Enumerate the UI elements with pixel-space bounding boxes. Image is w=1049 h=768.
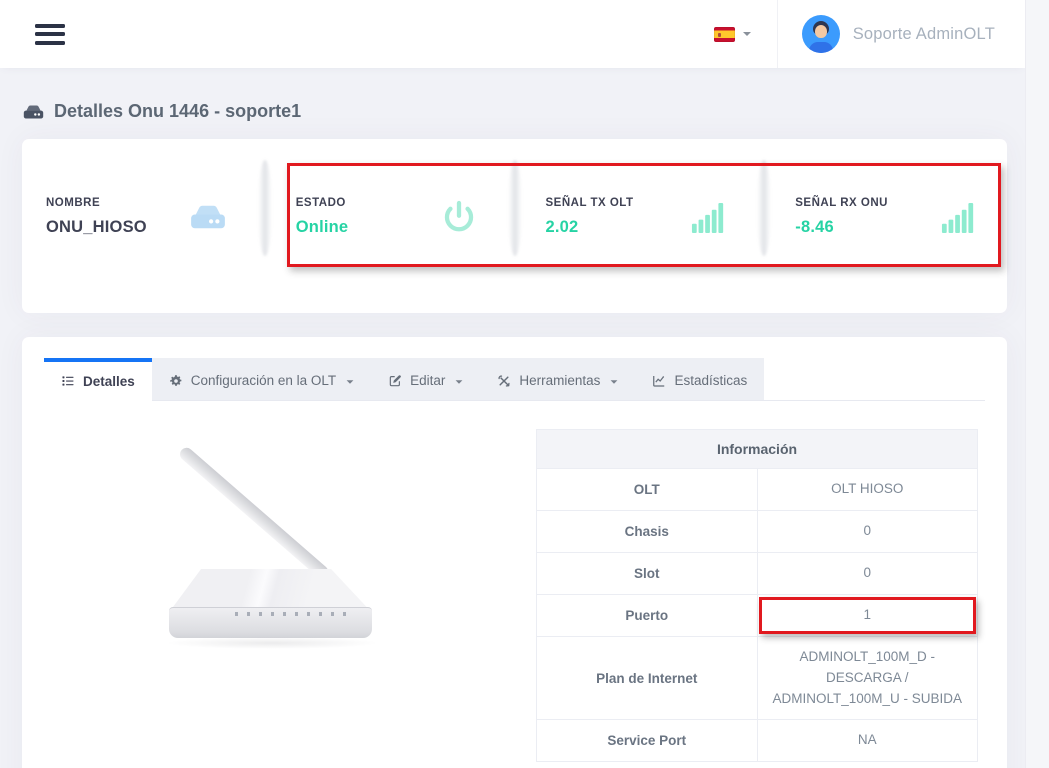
row-value: NA (757, 720, 978, 762)
chevron-down-icon (347, 380, 354, 383)
signal-bars-icon (941, 202, 977, 233)
topbar: Soporte AdminOLT (0, 0, 1025, 68)
onu-device-icon (22, 103, 45, 121)
stat-senal-rx-onu: SEÑAL RX ONU -8.46 (771, 197, 1007, 237)
table-row: Slot 0 (537, 552, 978, 594)
onu-product-image (44, 429, 519, 762)
stat-value: -8.46 (795, 218, 888, 237)
stat-label: ESTADO (296, 197, 349, 209)
stat-value: Online (296, 218, 349, 237)
row-value: 0 (757, 552, 978, 594)
stat-senal-tx-olt: SEÑAL TX OLT 2.02 (522, 197, 758, 237)
stat-label: NOMBRE (46, 197, 147, 209)
chart-icon (652, 374, 666, 388)
tab-estadisticas[interactable]: Estadísticas (635, 358, 764, 400)
stat-value: 2.02 (546, 218, 634, 237)
table-row: Puerto 1 (537, 594, 978, 636)
tab-configuracion-olt[interactable]: Configuración en la OLT (152, 358, 371, 400)
tab-herramientas[interactable]: Herramientas (480, 358, 635, 400)
row-label: OLT (537, 469, 758, 511)
divider (258, 160, 272, 256)
onu-shadow (165, 637, 379, 649)
signal-bars-icon (691, 202, 727, 233)
gear-icon (169, 374, 183, 388)
onu-antenna (177, 445, 330, 581)
avatar (802, 15, 840, 53)
table-row: OLT OLT HIOSO (537, 469, 978, 511)
row-label: Service Port (537, 720, 758, 762)
page-title: Detalles Onu 1446 - soporte1 (22, 101, 1007, 122)
row-value: ADMINOLT_100M_D - DESCARGA / ADMINOLT_10… (757, 636, 978, 720)
row-value: 0 (757, 510, 978, 552)
spain-flag-icon (714, 27, 735, 42)
tools-icon (497, 374, 511, 388)
row-label: Slot (537, 552, 758, 594)
divider (757, 160, 771, 256)
stat-nombre: NOMBRE ONU_HIOSO (22, 197, 258, 237)
language-switcher[interactable] (688, 0, 777, 68)
user-name: Soporte AdminOLT (853, 25, 995, 44)
tab-editar[interactable]: Editar (371, 358, 480, 400)
row-label: Chasis (537, 510, 758, 552)
list-icon (61, 374, 75, 388)
tabs-row: Detalles Configuración en la OLT Edit (44, 358, 985, 401)
scrollbar[interactable] (1025, 0, 1049, 768)
stat-label: SEÑAL TX OLT (546, 197, 634, 209)
chevron-down-icon (456, 380, 463, 383)
table-header: Información (537, 430, 978, 469)
table-row: Plan de Internet ADMINOLT_100M_D - DESCA… (537, 636, 978, 720)
chevron-down-icon (611, 380, 618, 383)
onu-body-front (169, 607, 372, 638)
chevron-down-icon (743, 32, 751, 36)
tab-detalles[interactable]: Detalles (44, 358, 152, 401)
onu-body-top (172, 569, 369, 609)
onu-details-card: Detalles Configuración en la OLT Edit (22, 337, 1007, 768)
row-value: OLT HIOSO (757, 469, 978, 511)
user-menu[interactable]: Soporte AdminOLT (777, 0, 1025, 68)
row-label: Puerto (537, 594, 758, 636)
onu-device-icon (188, 202, 228, 232)
stat-value: ONU_HIOSO (46, 218, 147, 237)
power-icon (440, 198, 478, 236)
table-row: Chasis 0 (537, 510, 978, 552)
divider (508, 160, 522, 256)
row-value: 1 (757, 594, 978, 636)
stat-label: SEÑAL RX ONU (795, 197, 888, 209)
hamburger-menu-icon[interactable] (35, 24, 65, 45)
edit-icon (388, 374, 402, 388)
row-label: Plan de Internet (537, 636, 758, 720)
onu-led-row (235, 612, 347, 616)
onu-status-card: NOMBRE ONU_HIOSO ESTADO Online SEÑAL TX … (22, 139, 1007, 313)
table-row: Service Port NA (537, 720, 978, 762)
stat-estado: ESTADO Online (272, 197, 508, 237)
informacion-table: Información OLT OLT HIOSO Chasis 0 Slot (536, 429, 978, 762)
